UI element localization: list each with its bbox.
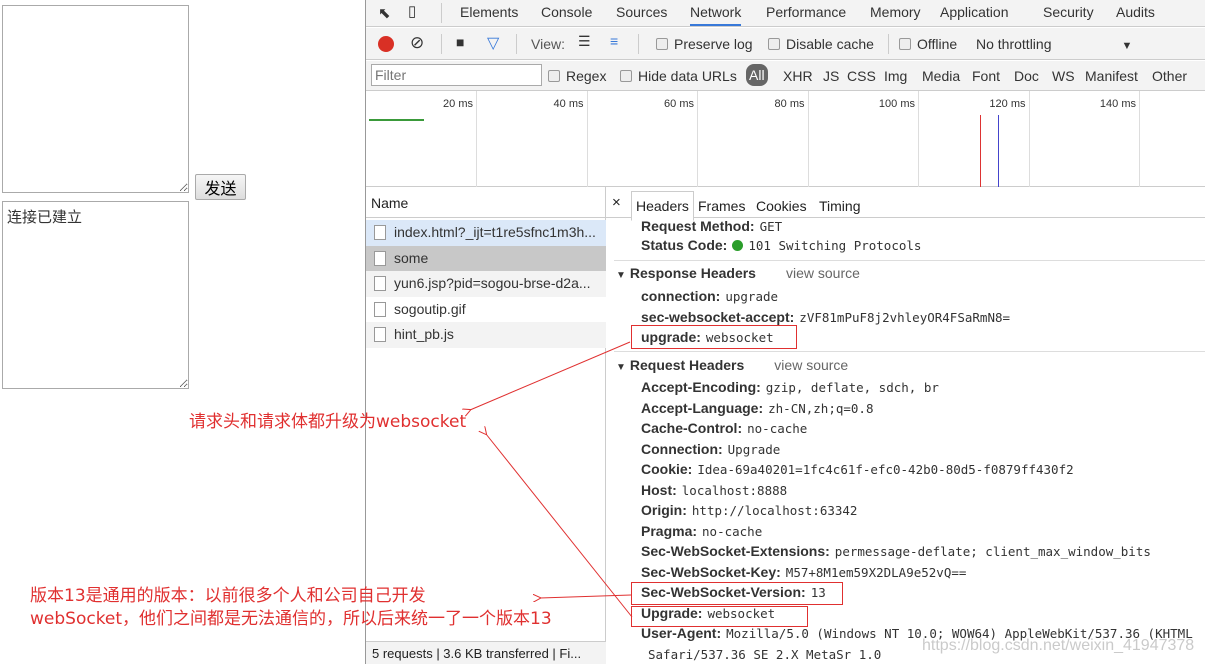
annotation-version-1: 版本13是通用的版本：以前很多个人和公司自己开发 (30, 586, 426, 606)
annotation-version-2: webSocket，他们之间都是无法通信的，所以后来统一了一个版本13 (30, 609, 552, 629)
arrow (540, 595, 632, 598)
watermark: https://blog.csdn.net/weixin_41947378 (922, 637, 1195, 654)
arrow (486, 434, 633, 618)
annotation-arrows (0, 341, 633, 618)
annotation-upgrade: 请求头和请求体都升级为websocket (189, 412, 467, 432)
arrow (470, 341, 631, 410)
